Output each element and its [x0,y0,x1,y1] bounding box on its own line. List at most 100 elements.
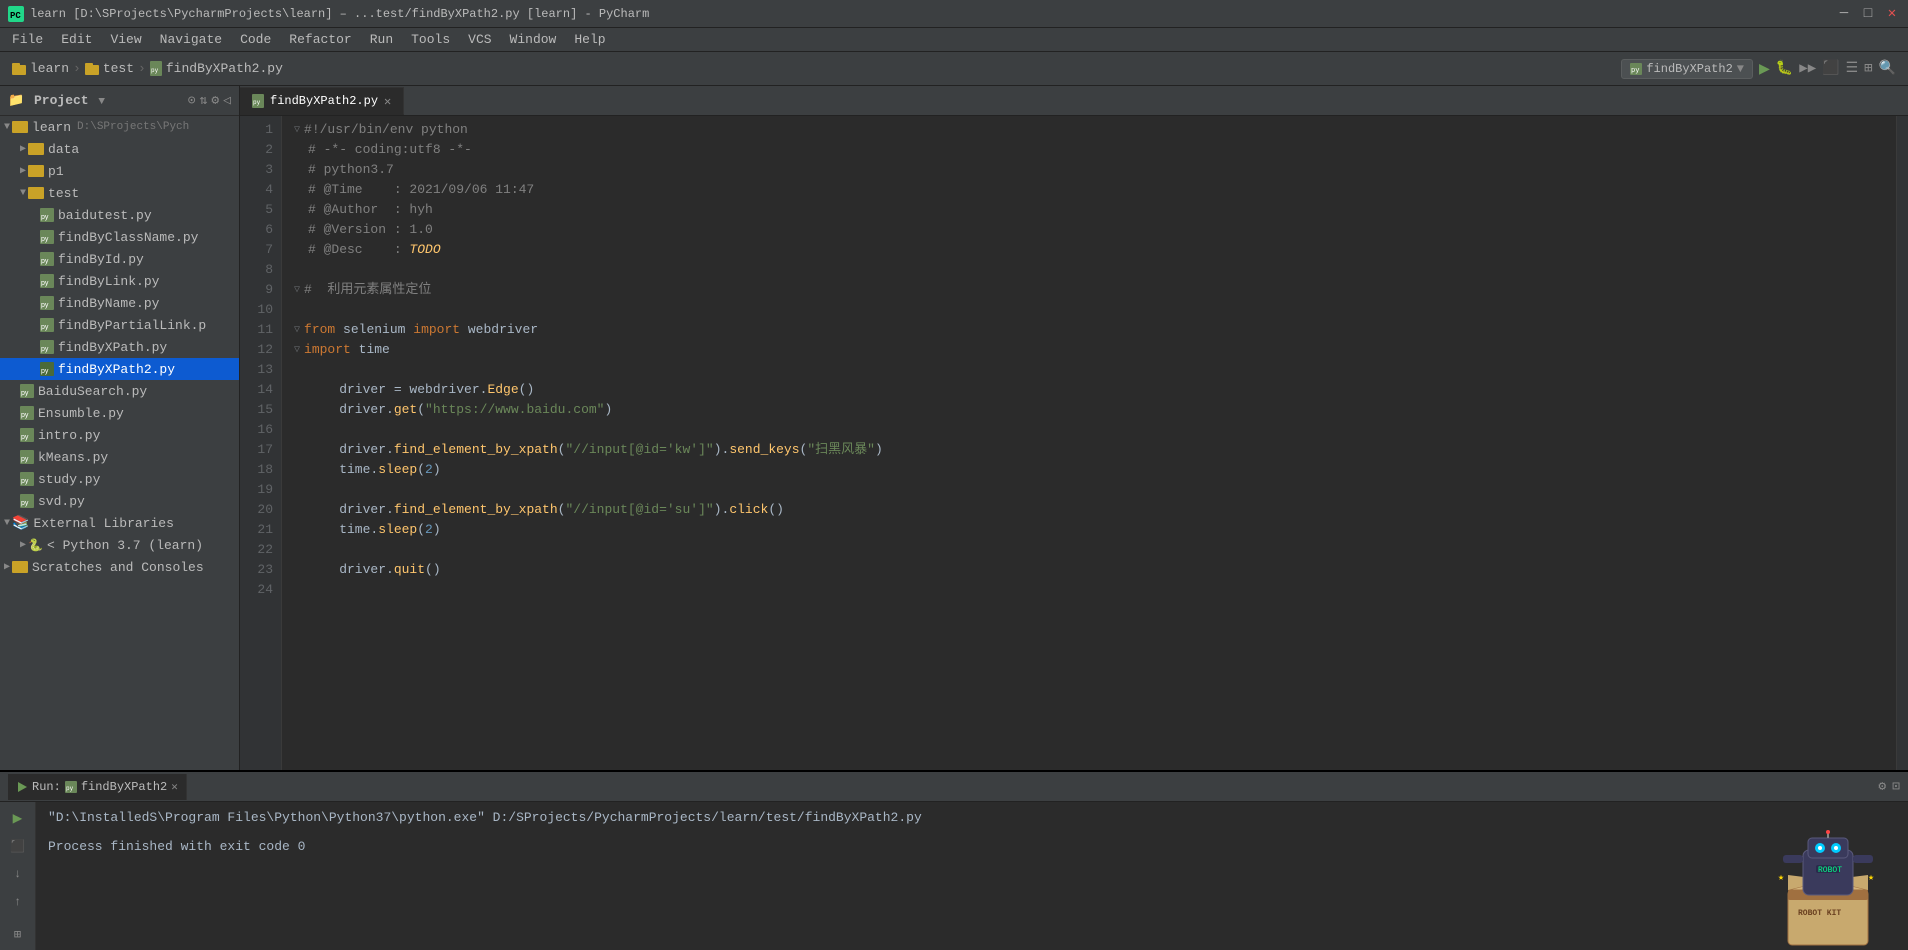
code-editor[interactable]: 1 2 3 4 5 6 7 8 9 10 11 12 13 14 15 16 1… [240,116,1908,770]
tree-item-learn[interactable]: ▼ learn D:\SProjects\Pych [0,116,239,138]
tree-item-findByPartialLink[interactable]: findByPartialLink.p [0,314,239,336]
stop-button[interactable]: ⬛ [1822,60,1839,77]
code-line-15: driver.get("https://www.baidu.com") [294,400,1896,420]
run-config-selector[interactable]: py findByXPath2 ▼ [1621,59,1753,79]
tree-item-findByLink[interactable]: findByLink.py [0,270,239,292]
tab-close-button[interactable]: ✕ [384,94,391,109]
tree-item-findById[interactable]: findById.py [0,248,239,270]
debug-button[interactable]: 🐛 [1776,60,1793,77]
line-num-13: 13 [240,360,273,380]
tree-item-findByName[interactable]: findByName.py [0,292,239,314]
bottom-expand-icon[interactable]: ⊡ [1892,779,1900,794]
tree-item-BaiduSearch[interactable]: BaiduSearch.py [0,380,239,402]
code-line-23: driver.quit() [294,560,1896,580]
menu-code[interactable]: Code [232,30,279,49]
tree-item-baidutest[interactable]: baidutest.py [0,204,239,226]
python-icon: 🐍 [28,538,43,553]
run-stop-button[interactable]: ⬛ [6,834,30,858]
sidebar-title: 📁 Project ▼ [8,93,105,108]
close-button[interactable]: ✕ [1884,6,1900,22]
tree-label-python37: < Python 3.7 (learn) [47,538,203,553]
line-num-6: 6 [240,220,273,240]
menu-run[interactable]: Run [362,30,401,49]
sidebar-gear-icon[interactable]: ⚙ [211,93,219,108]
breadcrumb-learn[interactable]: learn [12,61,69,76]
tree-item-Ensumble[interactable]: Ensumble.py [0,402,239,424]
run-scroll-up-button[interactable]: ↑ [6,890,30,914]
menu-edit[interactable]: Edit [53,30,100,49]
menu-refactor[interactable]: Refactor [281,30,359,49]
breadcrumb-file[interactable]: py findByXPath2.py [150,61,283,76]
svg-text:★: ★ [1868,873,1874,884]
sidebar-expand-icon[interactable]: ⇅ [200,93,208,108]
run-scroll-down-button[interactable]: ↓ [6,862,30,886]
menu-view[interactable]: View [102,30,149,49]
line-num-20: 20 [240,500,273,520]
tree-item-data[interactable]: ▶ data [0,138,239,160]
fold-icon-1[interactable]: ▽ [294,123,300,138]
run-play-button[interactable]: ▶ [6,806,30,830]
tree-item-scratches[interactable]: ▶ Scratches and Consoles [0,556,239,578]
tree-item-kMeans[interactable]: kMeans.py [0,446,239,468]
pyfile-icon-kMeans [20,450,34,464]
code-line-11: ▽ from selenium import webdriver [294,320,1896,340]
fold-icon-11[interactable]: ▽ [294,323,300,338]
run-coverage-button[interactable]: ▶▶ [1799,60,1816,77]
line-num-18: 18 [240,460,273,480]
code-line-20: driver.find_element_by_xpath("//input[@i… [294,500,1896,520]
line-num-24: 24 [240,580,273,600]
tree-label-ext-libs: External Libraries [33,516,173,531]
locate-file-icon[interactable]: ⊙ [188,93,196,108]
run-toolbar-btn1[interactable]: ☰ [1846,60,1859,77]
code-text-11a: from [304,320,335,340]
fold-icon-9[interactable]: ▽ [294,283,300,298]
code-line-18: time.sleep(2) [294,460,1896,480]
tree-item-findByClassName[interactable]: findByClassName.py [0,226,239,248]
fold-icon-12[interactable]: ▽ [294,343,300,358]
svg-text:★: ★ [1778,873,1784,884]
tree-item-python37[interactable]: ▶ 🐍 < Python 3.7 (learn) [0,534,239,556]
menu-file[interactable]: File [4,30,51,49]
bottom-settings-icon[interactable]: ⚙ [1878,779,1886,794]
code-line-1: ▽ #!/usr/bin/env python [294,120,1896,140]
tree-label-svd: svd.py [38,494,85,509]
sidebar-hide-icon[interactable]: ◁ [223,93,231,108]
run-button[interactable]: ▶ [1759,58,1770,80]
folder-icon-test [28,187,44,199]
menu-vcs[interactable]: VCS [460,30,499,49]
code-content[interactable]: ▽ #!/usr/bin/env python # -*- coding:utf… [282,116,1896,770]
line-num-2: 2 [240,140,273,160]
line-num-17: 17 [240,440,273,460]
tree-item-ext-libs[interactable]: ▼ 📚 External Libraries [0,512,239,534]
editor-tab-findByXPath2[interactable]: py findByXPath2.py ✕ [240,87,404,115]
tree-item-svd[interactable]: svd.py [0,490,239,512]
tree-label-p1: p1 [48,164,64,179]
menu-navigate[interactable]: Navigate [152,30,230,49]
tree-item-findByXPath2[interactable]: findByXPath2.py [0,358,239,380]
tree-item-test[interactable]: ▼ test [0,182,239,204]
menu-tools[interactable]: Tools [403,30,458,49]
search-button[interactable]: 🔍 [1879,60,1896,77]
minimize-button[interactable]: ─ [1836,6,1852,22]
folder-icon-learn [12,63,26,75]
pyfile-icon-findById [40,252,54,266]
sidebar-dropdown-icon[interactable]: ▼ [98,96,105,108]
tree-item-intro[interactable]: intro.py [0,424,239,446]
line-num-1: 1 [240,120,273,140]
maximize-button[interactable]: □ [1860,6,1876,22]
bottom-tab-run[interactable]: Run: py findByXPath2 ✕ [8,774,187,800]
run-wrap-button[interactable]: ⊞ [6,922,30,946]
breadcrumb-test[interactable]: test [85,61,134,76]
line-num-22: 22 [240,540,273,560]
bottom-tab-close[interactable]: ✕ [171,780,178,794]
line-num-11: 11 [240,320,273,340]
tree-item-study[interactable]: study.py [0,468,239,490]
menu-help[interactable]: Help [566,30,613,49]
tree-item-findByXPath[interactable]: findByXPath.py [0,336,239,358]
line-num-21: 21 [240,520,273,540]
folder-arrow-test: ▼ [20,188,26,199]
run-toolbar-btn2[interactable]: ⊞ [1864,60,1872,77]
tree-label-test: test [48,186,79,201]
tree-item-p1[interactable]: ▶ p1 [0,160,239,182]
menu-window[interactable]: Window [502,30,565,49]
